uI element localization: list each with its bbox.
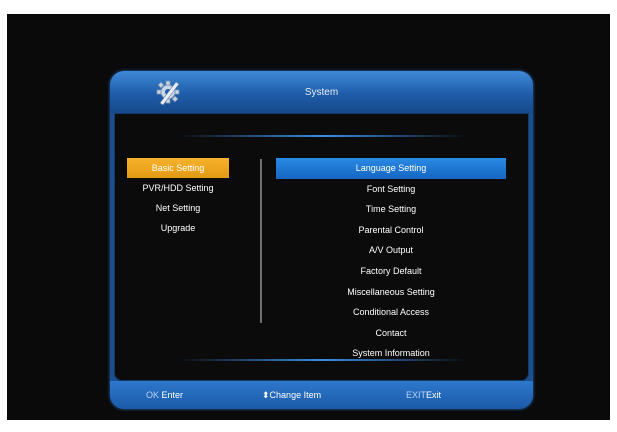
menu-item-factory-default[interactable]: Factory Default <box>276 261 506 282</box>
menu-item-time-setting[interactable]: Time Setting <box>276 199 506 220</box>
menu-divider <box>260 159 262 323</box>
change-item-hint: ⬍Change Item <box>262 381 321 409</box>
settings-menu: Language Setting Font Setting Time Setti… <box>276 158 506 364</box>
ok-enter-hint: OK Enter <box>146 381 183 409</box>
ok-key-label: OK <box>146 390 160 400</box>
category-item-net-setting[interactable]: Net Setting <box>127 198 229 218</box>
menu-item-language-setting[interactable]: Language Setting <box>276 158 506 179</box>
ok-action-label: Enter <box>161 390 184 400</box>
category-menu: Basic Setting PVR/HDD Setting Net Settin… <box>127 158 229 238</box>
exit-key-label: EXIT <box>406 390 427 400</box>
change-item-label: Change Item <box>269 390 322 400</box>
menu-item-av-output[interactable]: A/V Output <box>276 240 506 261</box>
exit-hint: EXITExit <box>406 381 441 409</box>
system-dialog: System Basic Setting PVR/HDD Setting Net… <box>110 71 533 409</box>
menu-item-system-information[interactable]: System Information <box>276 343 506 364</box>
top-glow-divider <box>178 135 468 137</box>
menu-item-conditional-access[interactable]: Conditional Access <box>276 302 506 323</box>
category-item-basic-setting[interactable]: Basic Setting <box>127 158 229 178</box>
dialog-title: System <box>304 87 339 98</box>
up-down-arrow-icon: ⬍ <box>262 390 270 400</box>
menu-item-contact[interactable]: Contact <box>276 323 506 344</box>
tv-screen: System Basic Setting PVR/HDD Setting Net… <box>7 14 610 420</box>
category-item-pvr-hdd-setting[interactable]: PVR/HDD Setting <box>127 178 229 198</box>
menu-item-parental-control[interactable]: Parental Control <box>276 220 506 241</box>
category-item-upgrade[interactable]: Upgrade <box>127 218 229 238</box>
menu-item-miscellaneous-setting[interactable]: Miscellaneous Setting <box>276 282 506 303</box>
menu-item-font-setting[interactable]: Font Setting <box>276 179 506 200</box>
exit-action-label: Exit <box>426 390 442 400</box>
title-bar: System <box>110 71 533 113</box>
help-bar: OK Enter ⬍Change Item EXITExit <box>110 381 533 409</box>
